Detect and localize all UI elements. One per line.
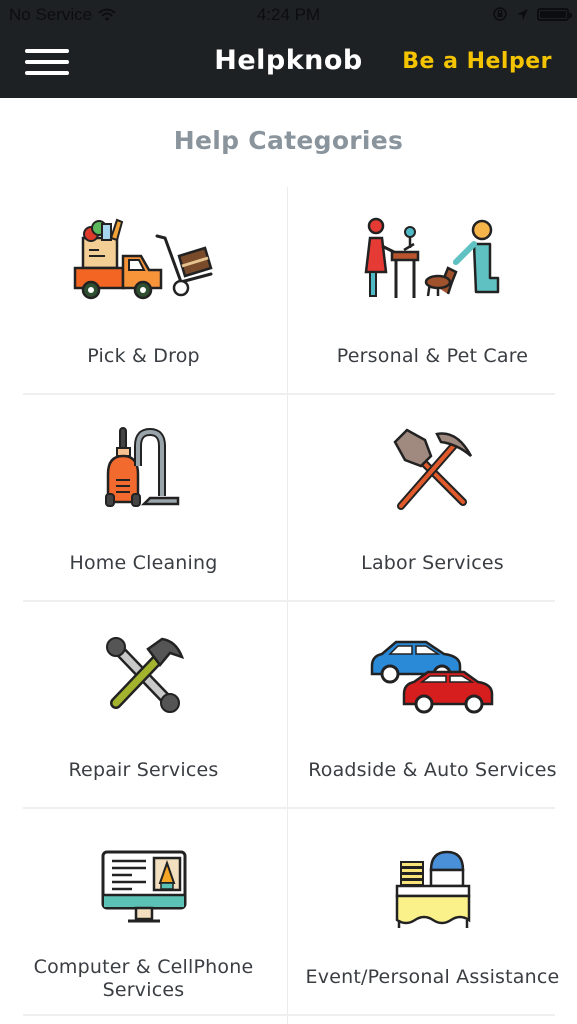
category-personal-pet-care[interactable]: Personal & Pet Care [288, 187, 577, 394]
category-label: Repair Services [68, 759, 219, 781]
category-pick-drop[interactable]: Pick & Drop [0, 187, 287, 394]
category-label: Labor Services [361, 552, 504, 574]
category-event-personal-assistance[interactable]: Event/Personal Assistance [288, 808, 577, 1015]
category-label: Computer & CellPhone Services [33, 956, 254, 1001]
category-grid: Pick & Drop Personal & Pet Care Home Cle… [0, 187, 577, 1016]
status-time: 4:24 PM [256, 5, 321, 24]
category-label: Event/Personal Assistance [305, 966, 560, 988]
page-title: Help Categories [173, 126, 404, 155]
category-row: Computer & CellPhone Services Event/Pers… [0, 808, 577, 1016]
category-computer-cellphone-services[interactable]: Computer & CellPhone Services [0, 808, 287, 1015]
be-a-helper-button[interactable]: Be a Helper [402, 49, 552, 74]
category-label: Personal & Pet Care [336, 345, 529, 367]
row-divider [23, 1014, 555, 1016]
category-home-cleaning[interactable]: Home Cleaning [0, 394, 287, 601]
category-row: Home Cleaning Labor Services [0, 394, 577, 602]
location-arrow-icon [517, 8, 528, 20]
vacuum-cleaner-icon [104, 427, 179, 507]
category-label: Roadside & Auto Services [308, 759, 557, 781]
computer-monitor-icon [101, 850, 186, 923]
shovel-pickaxe-icon [392, 428, 472, 510]
top-bar: No Service 4:24 PM Helpknob Be a Helper [0, 0, 577, 98]
category-repair-services[interactable]: Repair Services [0, 601, 287, 808]
category-roadside-auto-services[interactable]: Roadside & Auto Services [288, 601, 577, 808]
category-row: Repair Services Roadside & Auto Services [0, 601, 577, 809]
delivery-truck-icon [73, 218, 213, 300]
rotation-lock-icon [493, 7, 507, 21]
category-label: Home Cleaning [69, 552, 218, 574]
personal-pet-care-icon [364, 217, 499, 298]
hamburger-menu-icon[interactable] [25, 49, 69, 77]
catering-table-icon [395, 850, 470, 928]
battery-icon [537, 7, 572, 21]
category-row: Pick & Drop Personal & Pet Care [0, 187, 577, 395]
status-bar: No Service 4:24 PM [0, 0, 577, 32]
category-labor-services[interactable]: Labor Services [288, 394, 577, 601]
wrench-hammer-icon [105, 637, 184, 713]
cars-icon [370, 640, 493, 714]
category-label: Pick & Drop [87, 345, 200, 367]
